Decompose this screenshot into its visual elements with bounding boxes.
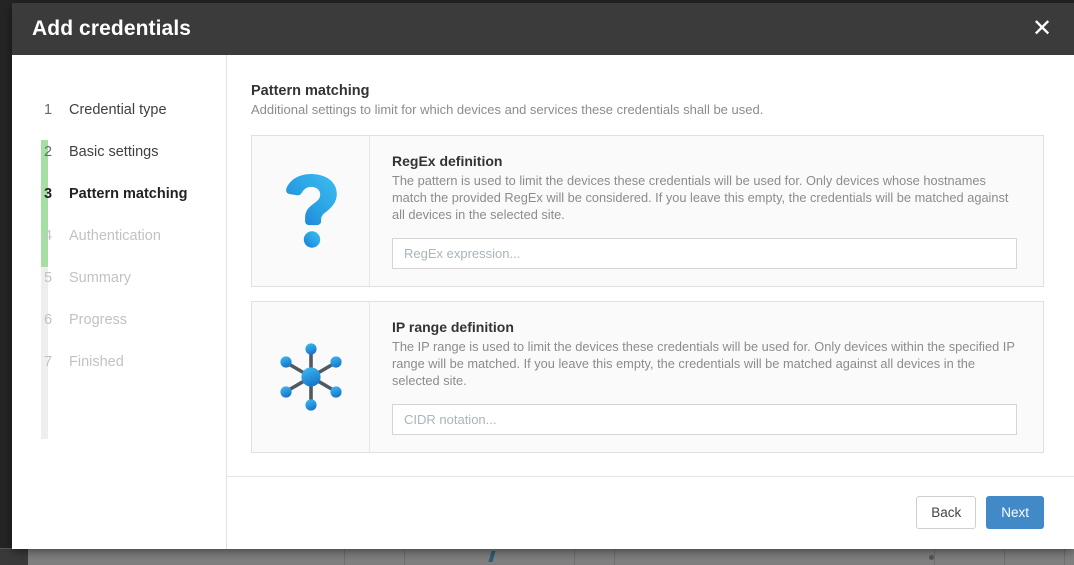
add-credentials-dialog: Add credentials ✕ 1 Credential type 2 Ba…	[12, 3, 1074, 549]
close-icon[interactable]: ✕	[1024, 11, 1060, 47]
step-label: Progress	[69, 312, 128, 328]
step-number: 4	[44, 228, 53, 244]
network-hub-icon	[252, 302, 370, 452]
wizard-main-panel: Pattern matching Additional settings to …	[227, 55, 1074, 549]
sidebar-step-authentication[interactable]: 4 Authentication	[12, 215, 226, 257]
step-label: Authentication	[69, 228, 161, 244]
ip-range-card-body: IP range definition The IP range is used…	[370, 302, 1043, 452]
page-subtitle: Additional settings to limit for which d…	[251, 102, 764, 117]
regex-card-body: RegEx definition The pattern is used to …	[370, 136, 1043, 286]
sidebar-step-pattern-matching[interactable]: 3 Pattern matching	[12, 173, 226, 215]
wizard-sidebar: 1 Credential type 2 Basic settings 3 Pat…	[12, 55, 227, 549]
taskbar-item[interactable]	[405, 549, 575, 565]
sidebar-step-progress[interactable]: 6 Progress	[12, 299, 226, 341]
sidebar-step-basic-settings[interactable]: 2 Basic settings	[12, 131, 226, 173]
step-label: Summary	[69, 270, 132, 286]
wizard-step-list: 1 Credential type 2 Basic settings 3 Pat…	[12, 89, 226, 383]
dialog-footer: Back Next	[227, 476, 1074, 549]
step-label: Pattern matching	[69, 186, 188, 202]
regex-definition-card: RegEx definition The pattern is used to …	[251, 135, 1044, 287]
ip-range-definition-card: IP range definition The IP range is used…	[251, 301, 1044, 453]
taskbar-app-icon	[487, 551, 496, 562]
step-number: 5	[44, 270, 53, 286]
taskbar-item[interactable]	[935, 549, 1005, 565]
taskbar-item[interactable]	[1005, 549, 1065, 565]
taskbar-item[interactable]	[615, 549, 935, 565]
question-mark-icon	[252, 136, 370, 286]
taskbar-item[interactable]	[28, 549, 345, 565]
sidebar-step-finished[interactable]: 7 Finished	[12, 341, 226, 383]
next-button[interactable]: Next	[986, 496, 1044, 529]
step-number: 2	[44, 144, 53, 160]
sidebar-step-summary[interactable]: 5 Summary	[12, 257, 226, 299]
desktop-background: Add credentials ✕ 1 Credential type 2 Ba…	[0, 0, 1074, 565]
step-label: Finished	[69, 354, 124, 370]
step-number: 1	[44, 102, 53, 118]
page-title: Pattern matching	[251, 83, 370, 99]
step-number: 3	[44, 186, 53, 202]
step-label: Basic settings	[69, 144, 159, 160]
dialog-title: Add credentials	[32, 17, 192, 40]
regex-expression-input[interactable]	[392, 238, 1017, 269]
card-title: IP range definition	[392, 319, 514, 335]
taskbar	[0, 548, 1074, 565]
back-button[interactable]: Back	[916, 496, 977, 529]
sidebar-step-credential-type[interactable]: 1 Credential type	[12, 89, 226, 131]
card-title: RegEx definition	[392, 153, 503, 169]
cidr-notation-input[interactable]	[392, 404, 1017, 435]
dialog-titlebar: Add credentials ✕	[12, 3, 1074, 55]
step-number: 6	[44, 312, 53, 328]
wizard-content: Pattern matching Additional settings to …	[227, 55, 1074, 476]
taskbar-start-button[interactable]	[0, 549, 28, 565]
card-description: The IP range is used to limit the device…	[392, 339, 1015, 388]
step-label: Credential type	[69, 102, 167, 118]
dialog-body: 1 Credential type 2 Basic settings 3 Pat…	[12, 55, 1074, 549]
taskbar-status-dot	[929, 555, 934, 560]
taskbar-item[interactable]	[345, 549, 405, 565]
card-description: The pattern is used to limit the devices…	[392, 173, 1009, 222]
taskbar-item[interactable]	[575, 549, 615, 565]
step-number: 7	[44, 354, 53, 370]
